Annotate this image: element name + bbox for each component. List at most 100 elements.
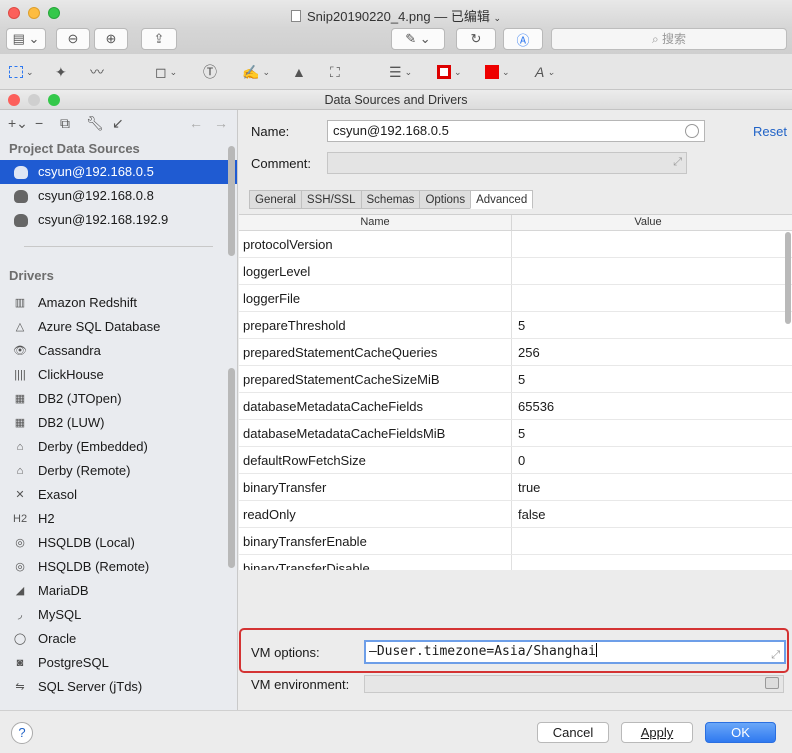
property-value[interactable] (512, 285, 784, 311)
adjust-size-icon[interactable]: ⛶ (330, 63, 340, 81)
driver-item[interactable]: ⇋ SQL Server (jTds) (0, 675, 237, 699)
wrench-icon[interactable]: 🔧︎ (86, 115, 104, 132)
duplicate-icon[interactable]: ⧉ (60, 115, 70, 132)
table-row[interactable]: databaseMetadataCacheFields 65536 (239, 393, 792, 420)
datasource-item[interactable]: csyun@192.168.192.9 (0, 208, 237, 232)
project-datasources-header: Project Data Sources (9, 141, 140, 156)
driver-icon: ◢ (15, 585, 25, 597)
vm-environment-input[interactable] (364, 675, 784, 693)
ok-button[interactable]: OK (705, 722, 776, 743)
forward-arrow-icon[interactable]: → (214, 115, 228, 131)
expand-icon[interactable]: ⤢ (771, 645, 780, 665)
folder-icon[interactable] (765, 677, 779, 689)
table-row[interactable]: binaryTransfer true (239, 474, 792, 501)
sidebar-toggle-button[interactable]: ▤ ⌄ (6, 28, 46, 50)
driver-item[interactable]: ◞ MySQL (0, 603, 237, 627)
driver-item[interactable]: 👁︎ Cassandra (0, 339, 237, 363)
text-tool-icon[interactable]: Ⓣ (203, 63, 217, 81)
markup-pen-button[interactable]: ✎ ⌄ (391, 28, 445, 50)
zoom-in-button[interactable]: ⊕ (94, 28, 128, 50)
property-value[interactable] (512, 528, 784, 554)
driver-item[interactable]: ◎ HSQLDB (Local) (0, 531, 237, 555)
import-icon[interactable]: ↙ (112, 115, 124, 132)
driver-item[interactable]: ⌂ Derby (Embedded) (0, 435, 237, 459)
fill-color-icon[interactable]: ⌄ (485, 63, 510, 81)
adjust-color-icon[interactable]: ▲ (292, 63, 306, 81)
driver-item[interactable]: ▥ Amazon Redshift (0, 291, 237, 315)
instant-alpha-icon[interactable]: ✦ (55, 63, 67, 81)
driver-item[interactable]: ▦ DB2 (JTOpen) (0, 387, 237, 411)
cancel-button[interactable]: Cancel (537, 722, 609, 743)
tab-general[interactable]: General (249, 190, 301, 209)
property-value[interactable]: false (512, 501, 784, 527)
driver-item[interactable]: ⌂ Derby (Remote) (0, 459, 237, 483)
search-input[interactable]: ⌕ 搜索 (551, 28, 787, 50)
color-circle-icon[interactable] (685, 124, 699, 138)
expand-icon[interactable]: ⤢ (673, 156, 682, 169)
driver-item[interactable]: |||| ClickHouse (0, 363, 237, 387)
text-style-icon[interactable]: A ⌄ (535, 63, 555, 81)
driver-icon: ▥ (14, 297, 26, 309)
table-row[interactable]: preparedStatementCacheSizeMiB 5 (239, 366, 792, 393)
property-value[interactable]: 5 (512, 366, 784, 392)
property-value[interactable]: 5 (512, 420, 784, 446)
property-name: binaryTransferDisable (239, 555, 512, 570)
tab-advanced[interactable]: Advanced (470, 190, 534, 209)
name-input[interactable]: csyun@192.168.0.5 (327, 120, 705, 142)
driver-item[interactable]: ✕ Exasol (0, 483, 237, 507)
table-row[interactable]: loggerFile (239, 285, 792, 312)
property-value[interactable]: 256 (512, 339, 784, 365)
driver-item[interactable]: ▦ DB2 (LUW) (0, 411, 237, 435)
driver-item[interactable]: ◙ PostgreSQL (0, 651, 237, 675)
shapes-icon[interactable]: ◻ ⌄ (155, 63, 177, 81)
reset-link[interactable]: Reset (753, 124, 787, 139)
property-value[interactable]: 65536 (512, 393, 784, 419)
table-row[interactable]: defaultRowFetchSize 0 (239, 447, 792, 474)
back-arrow-icon[interactable]: ← (189, 115, 203, 131)
border-color-icon[interactable]: ⌄ (437, 63, 462, 81)
property-value[interactable]: true (512, 474, 784, 500)
remove-icon[interactable]: − (35, 115, 43, 131)
share-button[interactable]: ⇪ (141, 28, 177, 50)
tab-ssh-ssl[interactable]: SSH/SSL (300, 190, 361, 209)
table-row[interactable]: readOnly false (239, 501, 792, 528)
help-button[interactable]: ? (11, 722, 33, 744)
driver-item[interactable]: △ Azure SQL Database (0, 315, 237, 339)
table-row[interactable]: binaryTransferEnable (239, 528, 792, 555)
selection-tool-icon[interactable]: ⌄ (9, 63, 34, 81)
comment-input[interactable]: ⤢ (327, 152, 687, 174)
property-value[interactable]: 5 (512, 312, 784, 338)
sketch-icon[interactable]: 〰 (90, 63, 104, 81)
column-header-value[interactable]: Value (512, 215, 784, 230)
sign-icon[interactable]: ✍ ⌄ (242, 63, 270, 81)
markup-toolbar-button[interactable]: Ⓐ (503, 28, 543, 50)
add-icon[interactable]: +⌄ (8, 115, 28, 132)
driver-item[interactable]: ◢ MariaDB (0, 579, 237, 603)
rotate-button[interactable]: ↻ (456, 28, 496, 50)
sidebar-scrollbar-bottom[interactable] (228, 368, 235, 568)
property-value[interactable] (512, 258, 784, 284)
zoom-out-button[interactable]: ⊖ (56, 28, 90, 50)
table-row[interactable]: protocolVersion (239, 231, 792, 258)
datasource-item[interactable]: csyun@192.168.0.8 (0, 184, 237, 208)
tab-schemas[interactable]: Schemas (360, 190, 420, 209)
table-row[interactable]: preparedStatementCacheQueries 256 (239, 339, 792, 366)
table-row[interactable]: loggerLevel (239, 258, 792, 285)
driver-item[interactable]: ◎ HSQLDB (Remote) (0, 555, 237, 579)
sidebar-scrollbar-top[interactable] (228, 146, 235, 256)
driver-item[interactable]: H2 H2 (0, 507, 237, 531)
table-row[interactable]: databaseMetadataCacheFieldsMiB 5 (239, 420, 792, 447)
vm-options-input[interactable]: —Duser.timezone=Asia/Shanghai ⤢ (364, 640, 786, 664)
column-header-name[interactable]: Name (239, 215, 512, 230)
driver-item[interactable]: ◯ Oracle (0, 627, 237, 651)
property-value[interactable] (512, 555, 784, 570)
tab-options[interactable]: Options (419, 190, 471, 209)
table-row[interactable]: prepareThreshold 5 (239, 312, 792, 339)
table-row[interactable]: binaryTransferDisable (239, 555, 792, 570)
table-scrollbar[interactable] (785, 232, 791, 324)
datasource-item[interactable]: csyun@192.168.0.5 (0, 160, 237, 184)
line-style-icon[interactable]: ☰ ⌄ (389, 63, 412, 81)
apply-button[interactable]: Apply (621, 722, 693, 743)
property-value[interactable] (512, 231, 784, 257)
property-value[interactable]: 0 (512, 447, 784, 473)
